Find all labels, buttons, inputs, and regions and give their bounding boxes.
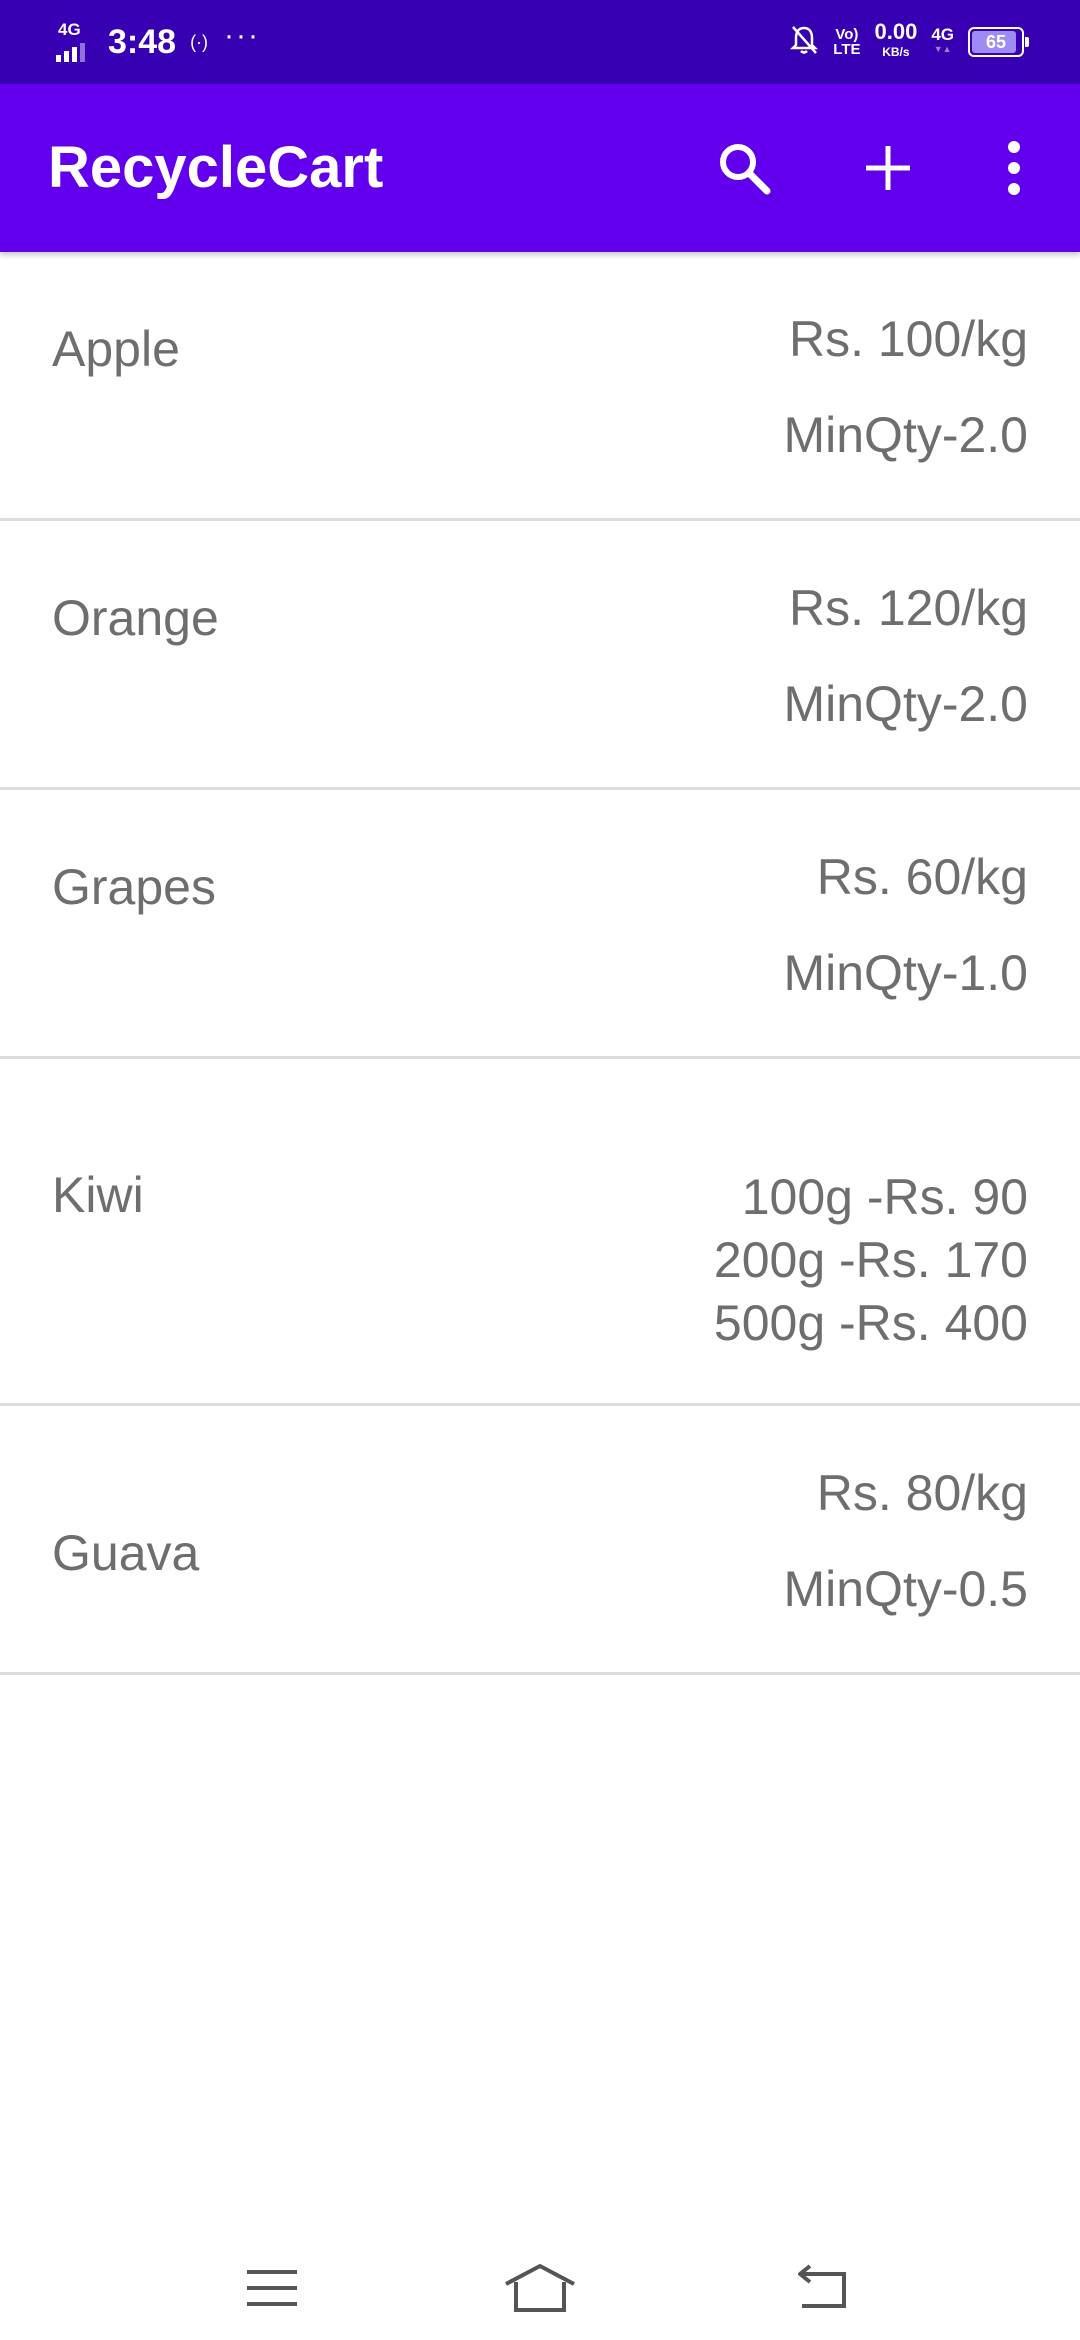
item-price: Rs. 60/kg xyxy=(816,849,1028,905)
list-item[interactable]: Kiwi 100g -Rs. 90 200g -Rs. 170 500g -Rs… xyxy=(0,1059,1080,1406)
app-bar: RecycleCart xyxy=(0,84,1080,252)
list-item[interactable]: Orange Rs. 120/kg MinQty-2.0 xyxy=(0,521,1080,790)
item-name: Guava xyxy=(52,1525,200,1581)
home-icon xyxy=(505,2264,575,2312)
item-name: Orange xyxy=(52,590,219,646)
item-min-qty: MinQty-2.0 xyxy=(783,407,1028,463)
item-pack-option: 500g -Rs. 400 xyxy=(713,1295,1028,1351)
hotspot-icon: (·) xyxy=(190,31,209,52)
home-button[interactable] xyxy=(492,2240,588,2336)
item-pack-option: 100g -Rs. 90 xyxy=(741,1169,1028,1225)
battery-level: 65 xyxy=(985,31,1007,52)
battery-icon: 65 xyxy=(968,27,1029,57)
search-icon xyxy=(720,144,771,195)
product-list: Apple Rs. 100/kg MinQty-2.0 Orange Rs. 1… xyxy=(0,252,1080,1675)
item-name: Apple xyxy=(52,321,180,377)
volte-indicator: Vo) LTE xyxy=(833,26,861,58)
item-price: Rs. 100/kg xyxy=(788,311,1028,367)
more-vert-icon xyxy=(1008,141,1020,195)
cell-signal-icon: 4G xyxy=(56,20,92,64)
add-icon xyxy=(866,146,910,190)
menu-icon xyxy=(247,2270,297,2306)
item-pack-option: 200g -Rs. 170 xyxy=(713,1232,1028,1288)
mute-icon xyxy=(789,24,819,61)
app-title: RecycleCart xyxy=(48,135,384,200)
back-button[interactable] xyxy=(774,2240,870,2336)
network-speed: 0.00 KB/s xyxy=(874,19,918,60)
more-notifications-icon: ··· xyxy=(224,19,261,52)
list-item[interactable]: Apple Rs. 100/kg MinQty-2.0 xyxy=(0,252,1080,521)
add-button[interactable] xyxy=(846,126,930,210)
recents-button[interactable] xyxy=(224,2240,320,2336)
item-min-qty: MinQty-1.0 xyxy=(783,945,1028,1001)
overflow-menu-button[interactable] xyxy=(972,126,1056,210)
item-min-qty: MinQty-2.0 xyxy=(783,676,1028,732)
item-min-qty: MinQty-0.5 xyxy=(783,1561,1028,1617)
search-button[interactable] xyxy=(702,126,786,210)
navigation-bar xyxy=(0,2220,1080,2340)
network-type: 4G xyxy=(58,20,81,39)
list-item[interactable]: Grapes Rs. 60/kg MinQty-1.0 xyxy=(0,790,1080,1059)
item-price: Rs. 80/kg xyxy=(816,1465,1028,1521)
network-type-right: 4G ▼▲ xyxy=(931,25,954,54)
item-name: Grapes xyxy=(52,859,216,915)
clock: 3:48 xyxy=(108,22,177,61)
item-price: Rs. 120/kg xyxy=(788,580,1028,636)
list-item[interactable]: Guava Rs. 80/kg MinQty-0.5 xyxy=(0,1406,1080,1675)
item-name: Kiwi xyxy=(52,1167,144,1223)
status-bar: 4G 3:48 (·) ··· Vo) LTE 0.00 KB/s 4G ▼▲ xyxy=(0,0,1080,84)
back-icon xyxy=(798,2264,846,2308)
